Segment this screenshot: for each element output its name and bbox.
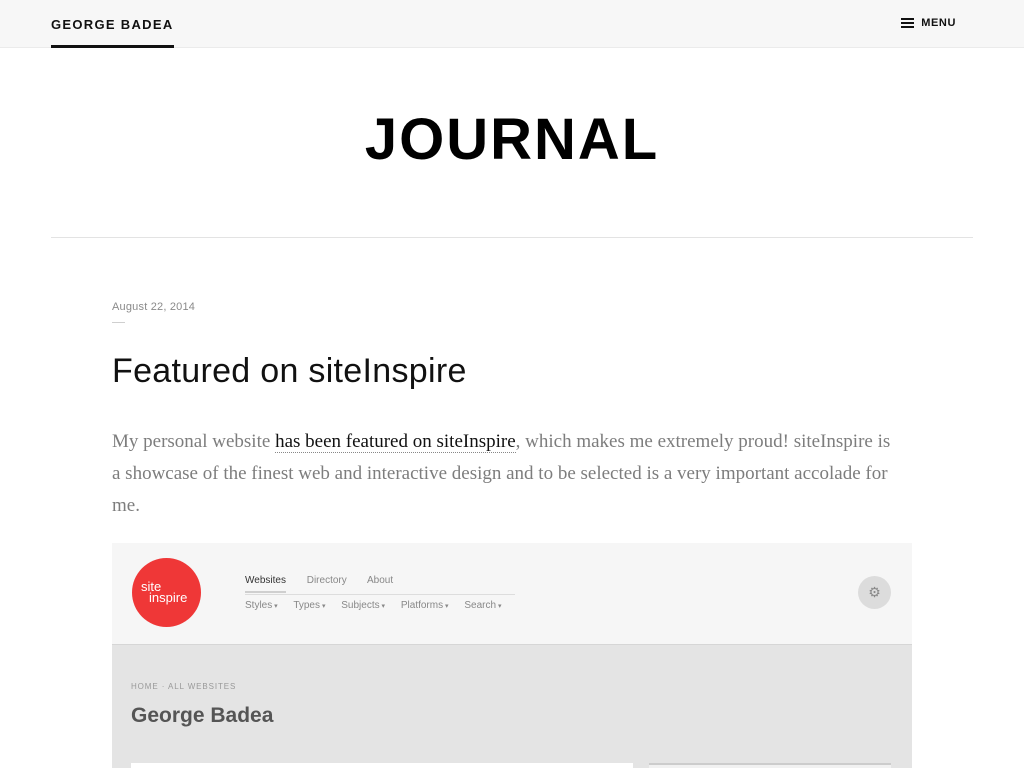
date-divider xyxy=(112,322,125,323)
nav-directory: Directory xyxy=(306,575,347,586)
divider xyxy=(51,237,973,238)
menu-label: MENU xyxy=(921,17,956,29)
screenshot-profile-name: George Badea xyxy=(131,704,274,727)
siteinspire-logo: site inspire xyxy=(132,558,201,627)
site-header: GEORGE BADEA MENU xyxy=(0,0,1024,48)
site-name-link[interactable]: GEORGE BADEA xyxy=(51,0,174,48)
subnav-subjects: Subjects xyxy=(341,600,385,611)
screenshot-header: site inspire Websites Directory About St… xyxy=(112,543,912,645)
nav-websites: Websites xyxy=(245,575,286,593)
siteinspire-screenshot: site inspire Websites Directory About St… xyxy=(112,543,912,768)
siteinspire-link[interactable]: has been featured on siteInspire xyxy=(275,431,516,453)
breadcrumb: HOME · ALL WEBSITES xyxy=(131,682,237,691)
screenshot-side-box xyxy=(649,763,891,768)
post-date: August 22, 2014 xyxy=(112,301,196,313)
gear-icon: ⚙ xyxy=(858,576,891,609)
page-title: JOURNAL xyxy=(364,107,660,172)
subnav-types: Types xyxy=(293,600,325,611)
post-title: Featured on siteInspire xyxy=(112,352,467,390)
subnav-styles: Styles xyxy=(245,600,278,611)
subnav-platforms: Platforms xyxy=(401,600,449,611)
menu-button[interactable]: MENU xyxy=(901,17,956,29)
screenshot-subnav: Styles Types Subjects Platforms Search xyxy=(245,600,515,611)
nav-about: About xyxy=(366,575,394,586)
nav-divider xyxy=(245,594,515,595)
subnav-search: Search xyxy=(464,600,501,611)
post-text-intro: My personal website xyxy=(112,431,276,452)
post-body: My personal website has been featured on… xyxy=(112,426,902,522)
screenshot-nav: Websites Directory About xyxy=(245,575,411,593)
hamburger-icon xyxy=(901,18,915,28)
logo-text-inspire: inspire xyxy=(149,590,188,605)
screenshot-content-box xyxy=(131,763,633,768)
